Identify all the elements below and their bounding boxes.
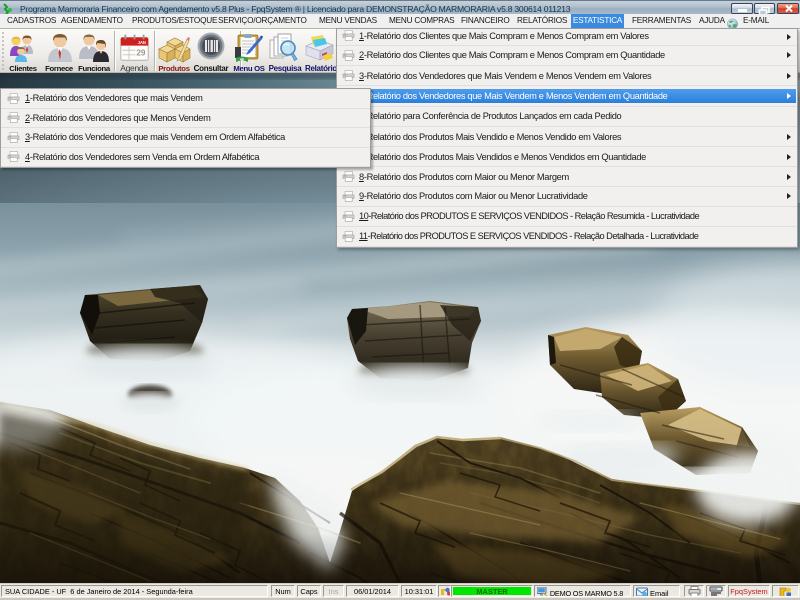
svg-text:29: 29 — [136, 49, 146, 58]
svg-text:JAN: JAN — [138, 40, 146, 45]
